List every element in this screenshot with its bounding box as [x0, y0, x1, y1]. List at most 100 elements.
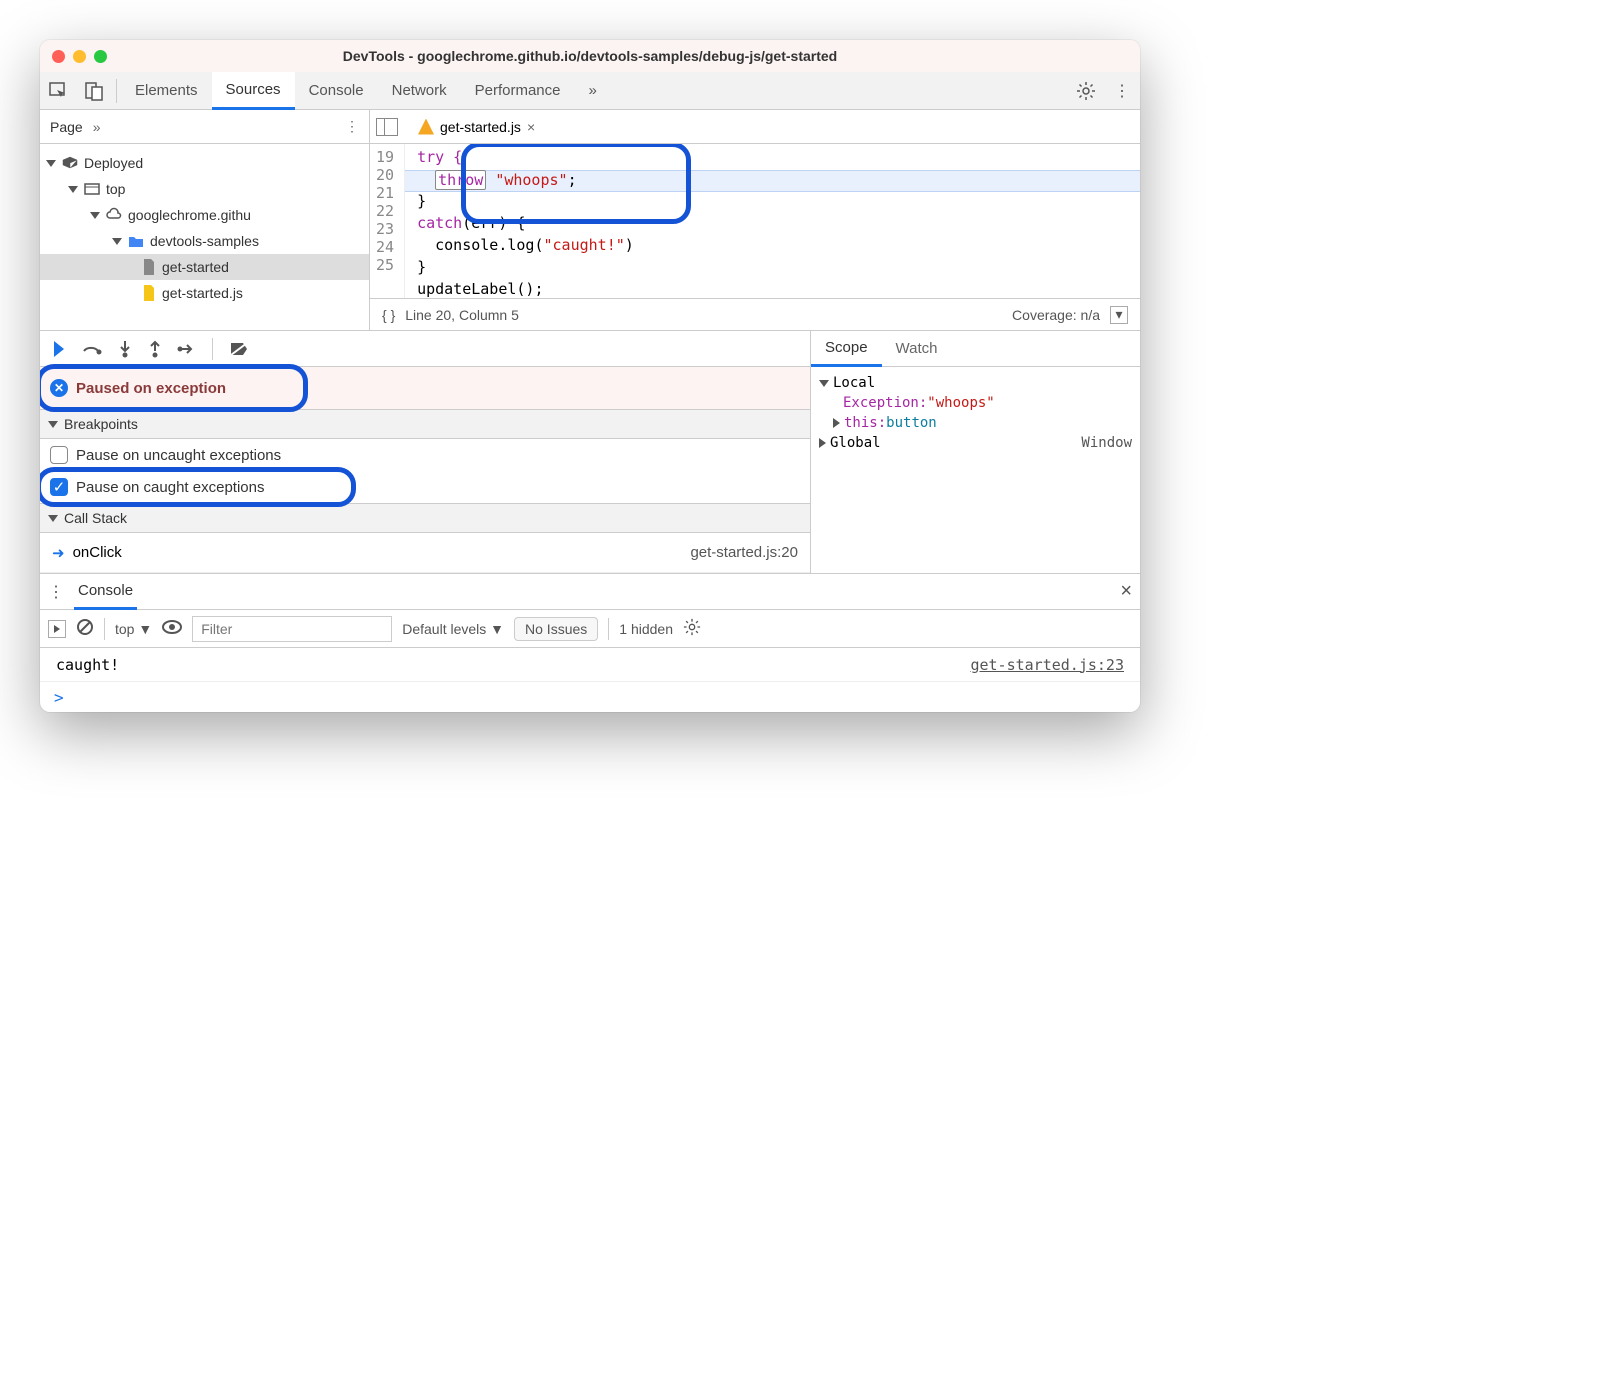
- tab-console[interactable]: Console: [295, 72, 378, 110]
- tab-performance[interactable]: Performance: [461, 72, 575, 110]
- tree-file-html[interactable]: get-started: [40, 254, 369, 280]
- more-icon[interactable]: »: [93, 119, 101, 135]
- tab-scope[interactable]: Scope: [811, 331, 882, 367]
- step-over-button[interactable]: [82, 341, 102, 357]
- drawer-menu-icon[interactable]: ⋮: [48, 582, 64, 602]
- code-line: updateLabel();: [405, 280, 1140, 298]
- paused-message: Paused on exception: [76, 380, 226, 397]
- editor-statusbar: { } Line 20, Column 5 Coverage: n/a ▾: [370, 298, 1140, 330]
- pause-caught-label: Pause on caught exceptions: [76, 479, 264, 496]
- tree-folder[interactable]: devtools-samples: [40, 228, 369, 254]
- code-line: }: [405, 192, 1140, 214]
- code-line: console.log("caught!"): [405, 236, 1140, 258]
- pause-caught-row[interactable]: ✓ Pause on caught exceptions: [40, 471, 810, 503]
- live-expression-icon[interactable]: [162, 620, 182, 637]
- coverage-status: Coverage: n/a: [1012, 307, 1100, 323]
- file-tree: Deployed top googlechrome.githu devtools…: [40, 144, 369, 330]
- pause-uncaught-label: Pause on uncaught exceptions: [76, 447, 281, 464]
- resume-button[interactable]: [48, 341, 66, 357]
- code-line: }: [405, 258, 1140, 280]
- divider: [116, 79, 117, 103]
- frame-icon: [84, 183, 100, 195]
- scope-exception[interactable]: Exception: "whoops": [815, 393, 1136, 413]
- tab-watch[interactable]: Watch: [882, 331, 952, 367]
- code-editor: get-started.js × 19 20 21 22 23 24 25 tr…: [370, 110, 1140, 330]
- code-line: try {: [405, 148, 1140, 170]
- log-location[interactable]: get-started.js:23: [970, 656, 1124, 674]
- console-log-row: caught! get-started.js:23: [40, 648, 1140, 682]
- cloud-icon: [106, 208, 122, 222]
- step-into-button[interactable]: [118, 341, 132, 357]
- pause-uncaught-row[interactable]: Pause on uncaught exceptions: [40, 439, 810, 471]
- console-toolbar: top ▼ Default levels ▼ No Issues 1 hidde…: [40, 610, 1140, 648]
- code-lines: try { throw "whoops"; } catch(err) { con…: [405, 144, 1140, 298]
- kebab-menu-icon[interactable]: ⋮: [1104, 73, 1140, 109]
- scope-this[interactable]: this: button: [815, 413, 1136, 433]
- debugger-pane: ✕ Paused on exception Breakpoints Pause …: [40, 330, 1140, 573]
- sources-main: Page » ⋮ Deployed top googlechrome.githu…: [40, 110, 1140, 330]
- js-file-icon: [142, 285, 156, 301]
- drawer-tabs: ⋮ Console ×: [40, 574, 1140, 610]
- settings-gear-icon[interactable]: [1068, 73, 1104, 109]
- toggle-navigator-icon[interactable]: [376, 118, 398, 136]
- tree-deployed[interactable]: Deployed: [40, 150, 369, 176]
- console-prompt[interactable]: >: [40, 682, 1140, 712]
- cube-icon: [62, 156, 78, 170]
- devtools-window: DevTools - googlechrome.github.io/devtoo…: [40, 40, 1140, 712]
- debugger-left: ✕ Paused on exception Breakpoints Pause …: [40, 331, 810, 573]
- tree-domain[interactable]: googlechrome.githu: [40, 202, 369, 228]
- device-toolbar-icon[interactable]: [76, 73, 112, 109]
- code-line-paused: throw "whoops";: [405, 170, 1140, 192]
- page-navigator: Page » ⋮ Deployed top googlechrome.githu…: [40, 110, 370, 330]
- line-gutter: 19 20 21 22 23 24 25: [370, 144, 405, 298]
- more-tabs-icon[interactable]: »: [575, 72, 611, 110]
- devtools-tabstrip: Elements Sources Console Network Perform…: [40, 72, 1140, 110]
- callstack-section-header[interactable]: Call Stack: [40, 503, 810, 533]
- window-title: DevTools - googlechrome.github.io/devtoo…: [40, 48, 1140, 64]
- scope-tree: Local Exception: "whoops" this: button G…: [811, 367, 1140, 459]
- titlebar: DevTools - googlechrome.github.io/devtoo…: [40, 40, 1140, 72]
- coverage-dropdown-icon[interactable]: ▾: [1110, 306, 1128, 324]
- paused-message-bar: ✕ Paused on exception: [40, 367, 810, 409]
- filter-input[interactable]: [192, 616, 392, 642]
- tree-file-js[interactable]: get-started.js: [40, 280, 369, 306]
- file-tabs: get-started.js ×: [370, 110, 1140, 144]
- context-selector[interactable]: top ▼: [115, 621, 152, 637]
- stack-fn-name: onClick: [73, 544, 122, 561]
- clear-console-icon[interactable]: [76, 618, 94, 639]
- checkbox-unchecked[interactable]: [50, 446, 68, 464]
- braces-icon[interactable]: { }: [382, 307, 395, 323]
- scope-global[interactable]: GlobalWindow: [815, 433, 1136, 453]
- navigator-header: Page » ⋮: [40, 110, 369, 144]
- step-button[interactable]: [178, 342, 196, 356]
- stack-frame[interactable]: ➜ onClick get-started.js:20: [40, 533, 810, 573]
- deactivate-breakpoints-button[interactable]: [229, 341, 249, 357]
- close-tab-icon[interactable]: ×: [527, 119, 535, 135]
- console-sidebar-toggle-icon[interactable]: [48, 620, 66, 638]
- breakpoints-section-header[interactable]: Breakpoints: [40, 409, 810, 439]
- console-settings-gear-icon[interactable]: [683, 618, 701, 639]
- navigator-menu-icon[interactable]: ⋮: [345, 118, 359, 135]
- folder-icon: [128, 235, 144, 247]
- tab-elements[interactable]: Elements: [121, 72, 212, 110]
- checkbox-checked[interactable]: ✓: [50, 478, 68, 496]
- inspect-element-icon[interactable]: [40, 73, 76, 109]
- step-out-button[interactable]: [148, 341, 162, 357]
- tab-network[interactable]: Network: [378, 72, 461, 110]
- document-icon: [142, 259, 156, 275]
- console-drawer: ⋮ Console × top ▼ Default levels ▼ No Is…: [40, 573, 1140, 712]
- tree-top[interactable]: top: [40, 176, 369, 202]
- file-tab[interactable]: get-started.js: [440, 119, 521, 135]
- log-levels-selector[interactable]: Default levels ▼: [402, 621, 504, 637]
- code-area[interactable]: 19 20 21 22 23 24 25 try { throw "whoops…: [370, 144, 1140, 298]
- drawer-tab-console[interactable]: Console: [74, 574, 137, 610]
- hidden-count: 1 hidden: [619, 621, 673, 637]
- scope-tabs: Scope Watch: [811, 331, 1140, 367]
- current-frame-icon: ➜: [52, 544, 65, 562]
- page-tab[interactable]: Page: [50, 119, 83, 135]
- close-drawer-icon[interactable]: ×: [1120, 580, 1132, 603]
- cursor-position: Line 20, Column 5: [405, 307, 519, 323]
- scope-local[interactable]: Local: [815, 373, 1136, 393]
- tab-sources[interactable]: Sources: [212, 72, 295, 110]
- no-issues-button[interactable]: No Issues: [514, 617, 598, 641]
